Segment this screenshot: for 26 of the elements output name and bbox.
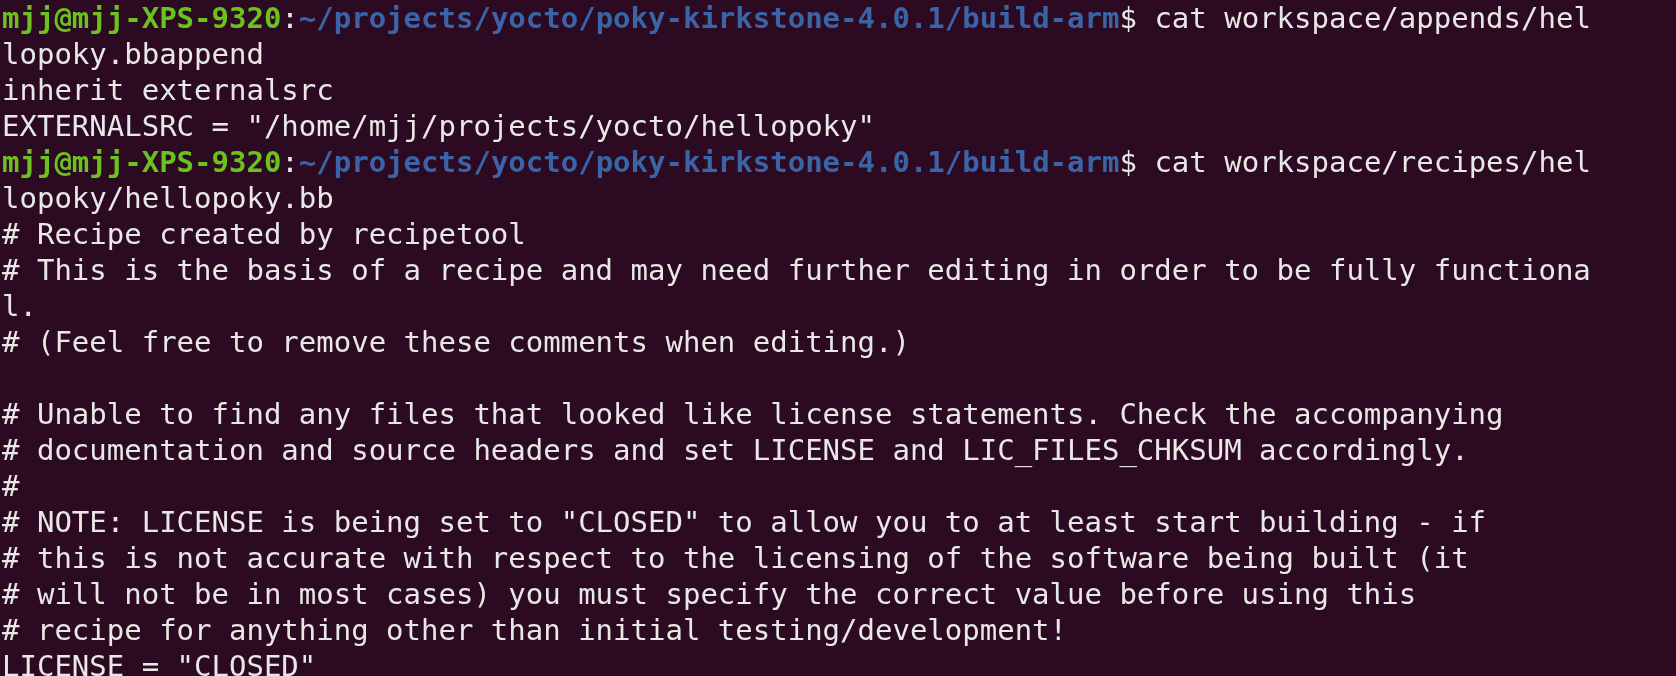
output-line: # this is not accurate with respect to the licensing of the software being built (it	[2, 541, 1469, 575]
prompt-user-host: mjj@mjj-XPS-9320	[2, 145, 282, 179]
output-line: # (Feel free to remove these comments when editing.)	[2, 325, 910, 359]
output-line: #	[2, 469, 20, 503]
prompt-symbol: $	[1119, 1, 1137, 35]
output-line: # Recipe created by recipetool	[2, 217, 526, 251]
prompt-separator: :	[281, 1, 299, 35]
prompt-path: ~/projects/yocto/poky-kirkstone-4.0.1/build-arm	[298, 1, 1120, 35]
output-line: # NOTE: LICENSE is being set to "CLOSED" to allow you to at least start building - if	[2, 505, 1487, 539]
output-line: LICENSE = "CLOSED"	[2, 649, 317, 676]
command-text: cat workspace/appends/hel	[1154, 1, 1591, 35]
prompt-user-host: mjj@mjj-XPS-9320	[2, 1, 282, 35]
output-line: lopoky/hellopoky.bb	[2, 181, 334, 215]
output-line: EXTERNALSRC = "/home/mjj/projects/yocto/hellopoky"	[2, 109, 875, 143]
output-line: # recipe for anything other than initial testing/development!	[2, 613, 1068, 647]
output-line: inherit externalsrc	[2, 73, 334, 107]
command-text: cat workspace/recipes/hel	[1154, 145, 1591, 179]
prompt-separator: :	[281, 145, 299, 179]
output-line: # documentation and source headers and set LICENSE and LIC_FILES_CHKSUM accordingly.	[2, 433, 1469, 467]
prompt-symbol: $	[1119, 145, 1137, 179]
output-line: l.	[2, 289, 37, 323]
output-line: lopoky.bbappend	[2, 37, 264, 71]
prompt-path: ~/projects/yocto/poky-kirkstone-4.0.1/build-arm	[298, 145, 1120, 179]
output-line: # will not be in most cases) you must specify the correct value before using this	[2, 577, 1417, 611]
output-line: # Unable to find any files that looked like license statements. Check the accompanying	[2, 397, 1504, 431]
output-line: # This is the basis of a recipe and may need further editing in order to be fully functiona	[2, 253, 1591, 287]
